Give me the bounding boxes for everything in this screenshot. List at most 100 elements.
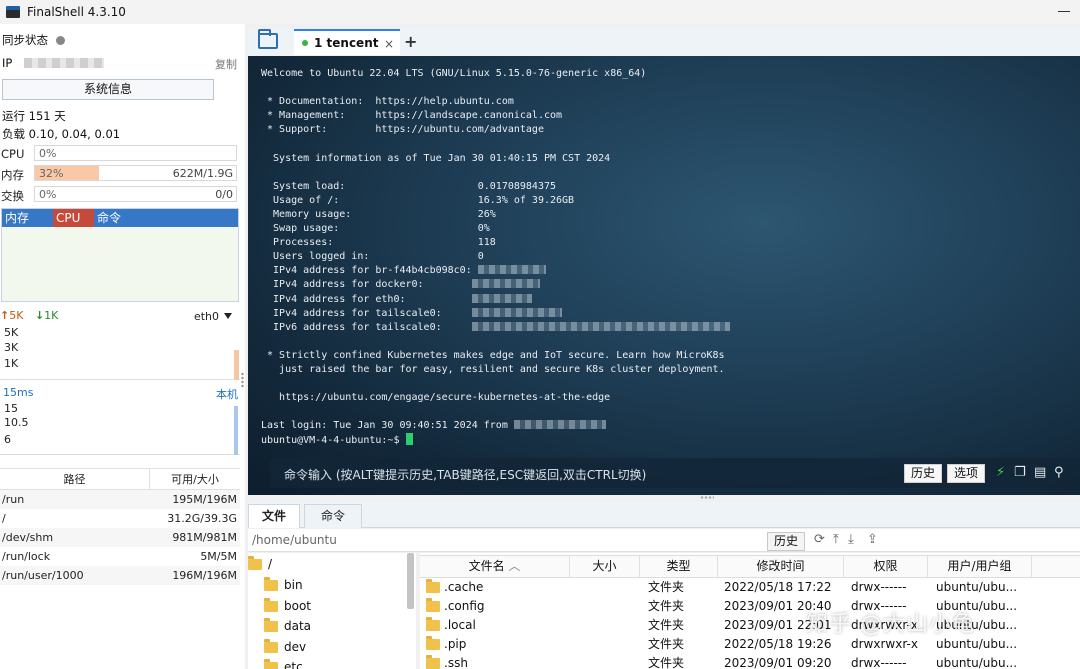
paste-icon[interactable]: ▤ xyxy=(1034,465,1046,480)
cpu-meter: 0% xyxy=(34,145,237,161)
col-filename[interactable]: 文件名 ︿ xyxy=(420,556,570,577)
term-line: Usage of /: 16.3% of 39.26GB xyxy=(261,194,575,206)
disk-col-size[interactable]: 可用/大小 xyxy=(150,469,240,489)
tree-item-root[interactable]: / xyxy=(248,555,272,571)
interface-select[interactable]: eth0 xyxy=(194,310,232,323)
tab-files[interactable]: 文件 xyxy=(248,504,300,528)
sysinfo-button[interactable]: 系统信息 xyxy=(2,79,214,100)
term-line: Swap usage: 0% xyxy=(261,223,490,235)
vertical-split-handle[interactable] xyxy=(241,372,244,388)
process-table[interactable]: 内存 CPU 命令 xyxy=(1,208,239,302)
file-owner: ubuntu/ubu... xyxy=(936,656,1018,669)
net-tick-3: 1K xyxy=(4,357,19,370)
add-tab-icon[interactable]: + xyxy=(404,32,417,51)
path-history-button[interactable]: 历史 xyxy=(767,532,806,551)
table-row[interactable]: .local 文件夹 2023/09/01 22:01 drwxrwxr-x ubunt… xyxy=(420,616,1080,635)
term-ip-label: IPv4 address for docker0: xyxy=(261,279,472,291)
col-mtime[interactable]: 修改时间 xyxy=(718,556,844,577)
tab-tencent[interactable]: 1 tencent × xyxy=(294,29,400,55)
interface-name: eth0 xyxy=(193,310,219,323)
col-permission[interactable]: 权限 xyxy=(844,556,928,577)
file-name-text: .ssh xyxy=(444,656,468,669)
up-dir-icon[interactable]: ⤒ xyxy=(833,532,839,547)
load-average: 负载 0.10, 0.04, 0.01 xyxy=(2,127,121,141)
download-arrow-icon: ↓ xyxy=(34,309,45,322)
lightning-icon[interactable]: ⚡ xyxy=(996,465,1005,480)
proc-col-mem[interactable]: 内存 xyxy=(2,209,53,227)
left-panel: 同步状态 IP 复制 系统信息 运行 151 天 负载 0.10, 0.04, … xyxy=(0,24,245,669)
command-input[interactable]: 命令输入 (按ALT键提示历史,TAB键路径,ESC键返回,双击CTRL切换) xyxy=(284,466,646,483)
term-ip-label: IPv6 address for tailscale0: xyxy=(261,321,472,333)
network-header: ↑5K ↓1K eth0 xyxy=(0,309,240,325)
col-owner[interactable]: 用户/用户组 xyxy=(928,556,1032,577)
file-name: .cache xyxy=(420,578,570,597)
copy-button[interactable]: 复制 xyxy=(215,56,237,72)
close-icon[interactable]: × xyxy=(384,37,394,51)
term-line-ip: IPv4 address for br-f44b4cb098c0: xyxy=(261,264,730,278)
table-row[interactable]: .cache 文件夹 2022/05/18 17:22 drwx------ ubunt… xyxy=(420,578,1080,597)
swap-meter: 0% 0/0 xyxy=(34,186,237,202)
table-row[interactable]: /run/lock 5M/5M xyxy=(0,547,240,566)
disk-path: /dev/shm xyxy=(2,531,54,544)
folder-icon xyxy=(426,636,440,650)
tree-item[interactable]: data xyxy=(264,617,312,633)
ip-label: IP xyxy=(2,56,13,70)
ping-tick-2: 10.5 xyxy=(4,416,29,429)
options-button[interactable]: 选项 xyxy=(947,464,986,483)
table-row[interactable]: / 31.2G/39.3G xyxy=(0,509,240,528)
dropdown-arrow-icon xyxy=(224,313,232,319)
terminal[interactable]: Welcome to Ubuntu 22.04 LTS (GNU/Linux 5… xyxy=(248,56,1080,495)
path-input[interactable]: /home/ubuntu xyxy=(252,533,337,547)
table-row[interactable]: /run 195M/196M xyxy=(0,490,240,509)
ping-tick-1: 15 xyxy=(4,402,18,415)
table-row[interactable]: /run/user/1000 196M/196M xyxy=(0,566,240,585)
disk-table: 路径 可用/大小 /run 195M/196M / 31.2G/39.3G /dev… xyxy=(0,468,240,585)
file-mtime: 2022/05/18 17:22 xyxy=(724,580,832,594)
col-size[interactable]: 大小 xyxy=(570,556,640,577)
sync-dot-icon xyxy=(56,36,65,45)
tab-commands[interactable]: 命令 xyxy=(304,504,362,528)
tree-scrollbar[interactable] xyxy=(407,553,414,609)
mem-amount: 622M/1.9G xyxy=(172,167,233,180)
ping-header: 15ms 本机 xyxy=(3,386,240,401)
tree-item[interactable]: dev xyxy=(264,638,306,654)
disk-col-path[interactable]: 路径 xyxy=(0,469,150,489)
folder-icon xyxy=(426,617,440,631)
tree-item[interactable]: boot xyxy=(264,597,311,613)
minimize-icon[interactable] xyxy=(1058,4,1070,18)
col-filename-label: 文件名 xyxy=(468,559,505,573)
download-icon[interactable]: ⤓ xyxy=(848,532,854,547)
term-line-ip: IPv6 address for tailscale0: xyxy=(261,321,730,335)
disk-size: 5M/5M xyxy=(200,550,237,563)
term-prompt: ubuntu@VM-4-4-ubuntu:~$ xyxy=(261,435,406,447)
refresh-icon[interactable]: ⟳ xyxy=(814,532,825,547)
table-row[interactable]: /dev/shm 981M/981M xyxy=(0,528,240,547)
proc-col-cpu[interactable]: CPU xyxy=(53,209,94,227)
table-row[interactable]: .ssh 文件夹 2023/09/01 09:20 drwx------ ubuntu/… xyxy=(420,654,1080,669)
term-line-ip: IPv4 address for eth0: xyxy=(261,293,730,307)
open-folder-icon[interactable] xyxy=(258,29,278,49)
redacted-ip xyxy=(471,293,532,303)
table-row[interactable]: .pip 文件夹 2022/05/18 19:26 drwxrwxr-x ubuntu/… xyxy=(420,635,1080,654)
upload-icon[interactable]: ⇪ xyxy=(867,532,878,547)
horizontal-split-handle[interactable] xyxy=(700,496,714,499)
terminal-output: Welcome to Ubuntu 22.04 LTS (GNU/Linux 5… xyxy=(261,67,730,449)
history-button[interactable]: 历史 xyxy=(904,464,943,483)
file-permission: drwx------ xyxy=(851,580,907,594)
search-icon[interactable]: ⚲ xyxy=(1054,465,1064,480)
col-type[interactable]: 类型 xyxy=(640,556,718,577)
term-login-text: Last login: Tue Jan 30 09:40:51 2024 fro… xyxy=(261,420,514,432)
tree-item[interactable]: bin xyxy=(264,576,303,592)
redacted-ip xyxy=(471,321,730,331)
network-chart-svg xyxy=(234,350,239,380)
folder-tree: / bin boot data dev etc xyxy=(248,553,416,669)
command-input-bar[interactable]: 命令输入 (按ALT键提示历史,TAB键路径,ESC键返回,双击CTRL切换) … xyxy=(270,458,1080,488)
file-name-text: .cache xyxy=(444,580,484,594)
upload-rate: 5K xyxy=(9,309,24,322)
sync-status: 同步状态 xyxy=(2,32,65,48)
tree-label: data xyxy=(284,619,312,633)
tree-item[interactable]: etc xyxy=(264,658,303,669)
copy-icon[interactable]: ❐ xyxy=(1014,465,1026,480)
proc-col-cmd[interactable]: 命令 xyxy=(94,209,238,227)
table-row[interactable]: .config 文件夹 2023/09/01 20:40 drwx------ ubun… xyxy=(420,597,1080,616)
